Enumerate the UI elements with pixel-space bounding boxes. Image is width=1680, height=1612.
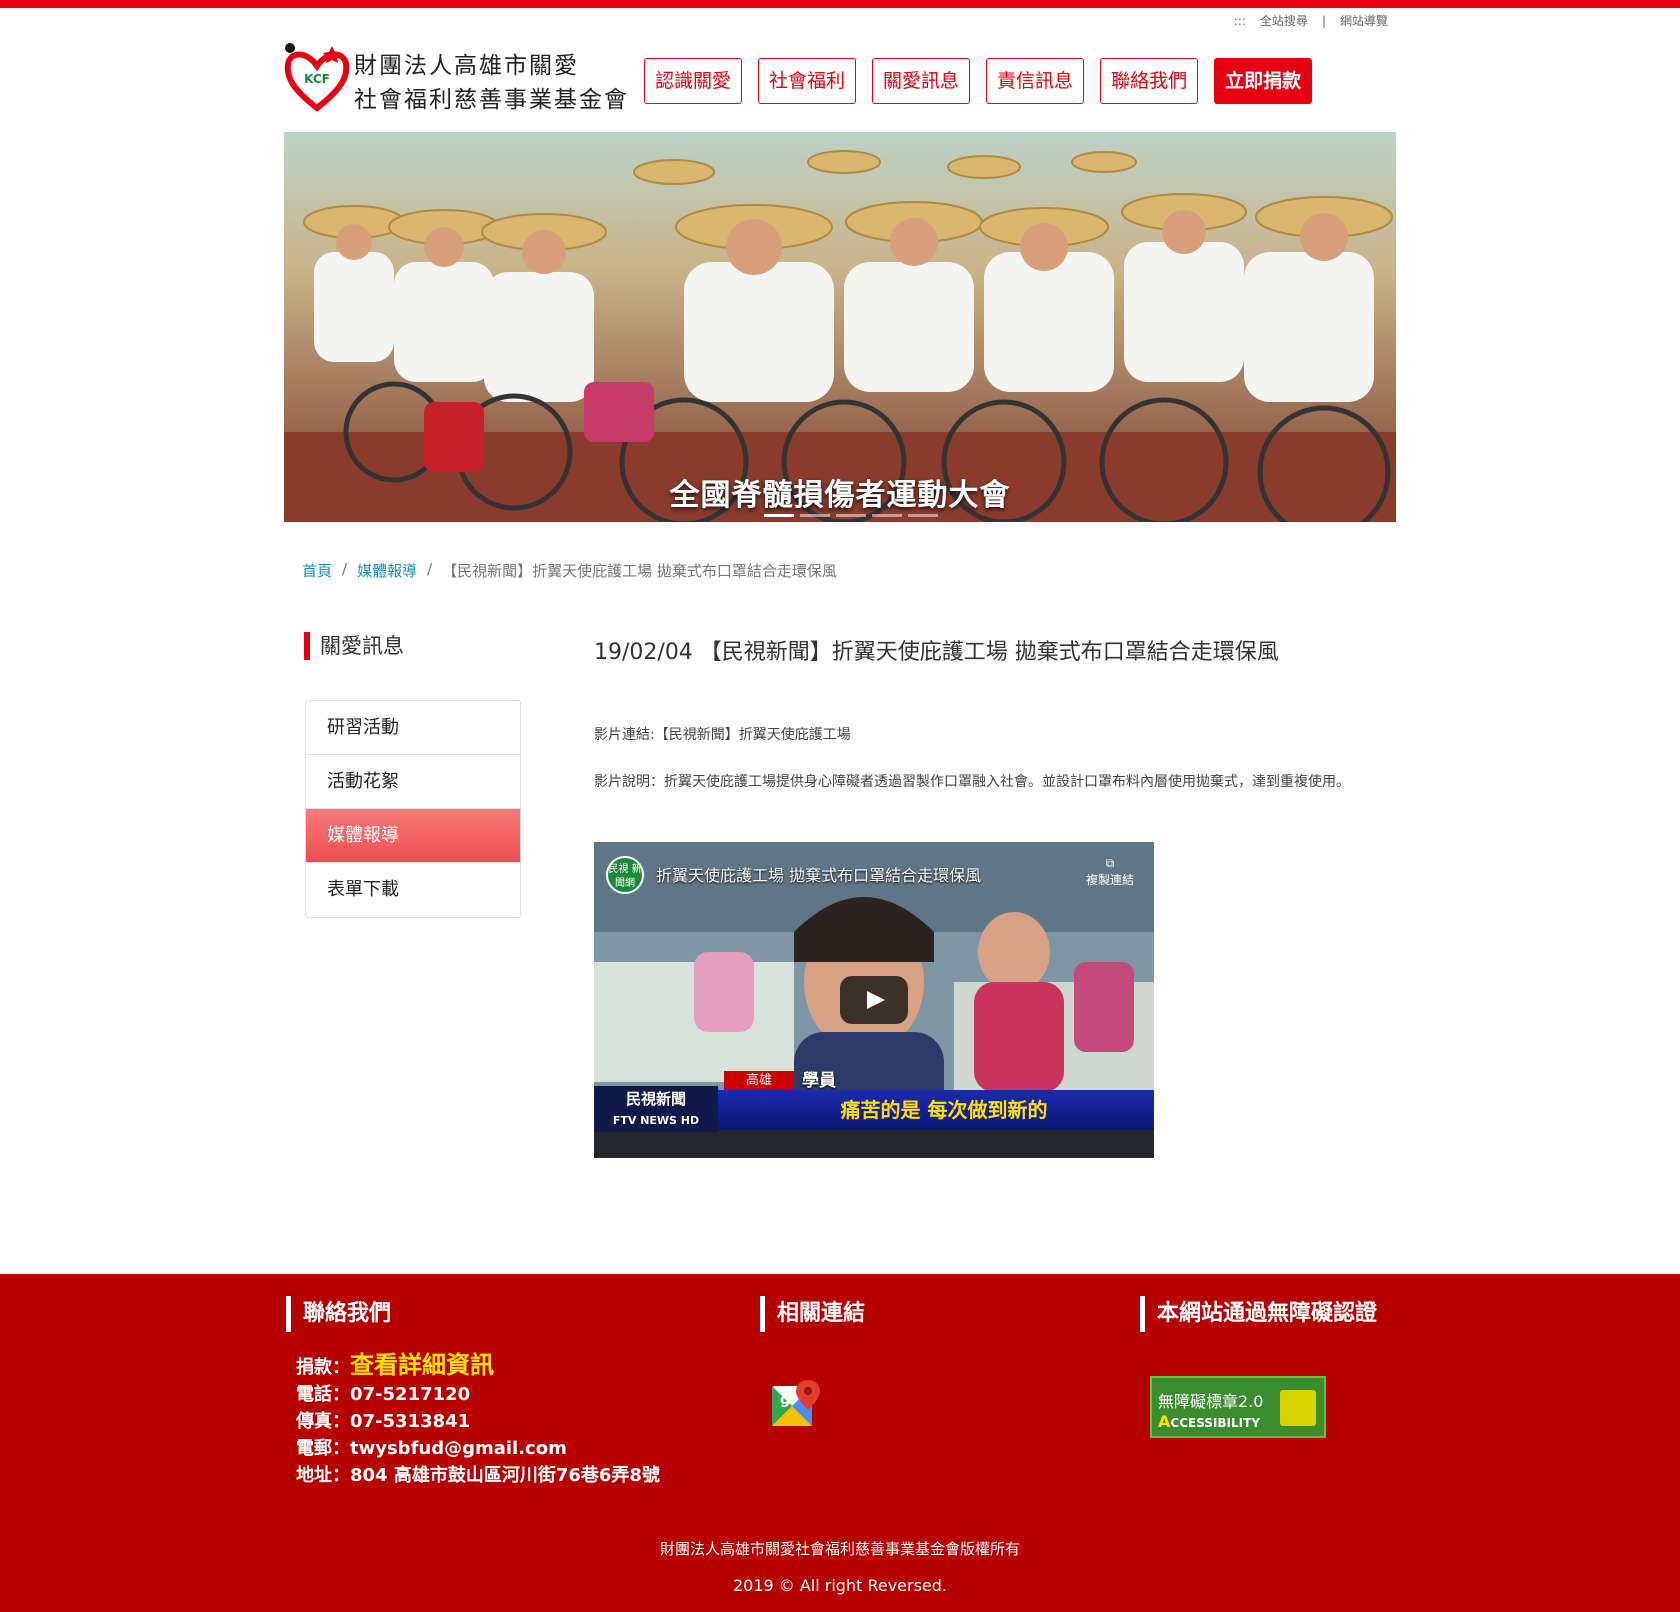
sidebar-item-media[interactable]: 媒體報導 [306,809,520,863]
copy-icon: ⧉ [1105,856,1115,870]
footer-contact-title: 聯絡我們 [286,1296,391,1332]
svg-text:g: g [780,1392,790,1408]
site-header: KCF 財團法人高雄市關愛 社會福利慈善事業基金會 認識關愛 社會福利 關愛訊息… [284,40,1396,120]
google-maps-icon[interactable]: g [770,1378,820,1428]
nav-news[interactable]: 關愛訊息 [872,58,971,104]
utility-links: ::: 全站搜尋 | 網站導覽 [1234,12,1388,29]
contact-phone: 電話：07-5217120 [296,1384,471,1405]
video-title[interactable]: 折翼天使庇護工場 拋棄式布口罩結合走環保風 [656,862,981,886]
sidebar-title: 關愛訊息 [304,632,404,660]
site-logo[interactable]: KCF 財團法人高雄市關愛 社會福利慈善事業基金會 [284,40,634,116]
banner-dot-2[interactable] [800,514,830,517]
org-name-line2: 社會福利慈善事業基金會 [354,87,629,113]
video-player[interactable]: 民視 新聞網 折翼天使庇護工場 拋棄式布口罩結合走環保風 ⧉ 複製連結 高雄 學… [594,842,1154,1158]
banner-pager [764,514,938,517]
play-icon[interactable] [840,976,908,1024]
site-footer: 聯絡我們 相關連結 本網站通過無障礙認證 捐款：查看詳細資訊 電話：07-521… [0,1274,1680,1612]
article-video-link[interactable]: 影片連結:【民視新聞】折翼天使庇護工場 [594,724,851,744]
speaker-tag: 學員 [802,1071,836,1091]
main-nav: 認識關愛 社會福利 關愛訊息 責信訊息 聯絡我們 立即捐款 [644,58,1313,104]
sidebar-item-forms[interactable]: 表單下載 [306,863,520,917]
sitemap-link[interactable]: 網站導覽 [1340,12,1388,29]
copy-link-label: 複製連結 [1085,873,1134,887]
nav-contact[interactable]: 聯絡我們 [1100,58,1199,104]
breadcrumb-section[interactable]: 媒體報導 [357,560,417,581]
channel-avatar[interactable]: 民視 新聞網 [606,856,644,894]
breadcrumb-separator: / [427,560,433,578]
footer-links-title: 相關連結 [760,1296,865,1332]
donate-detail-link[interactable]: 查看詳細資訊 [350,1351,494,1379]
news-lower-third: 民視新聞 FTV NEWS HD 痛苦的是 每次做到新的 [594,1086,1154,1132]
breadcrumb-separator: / [342,560,348,578]
location-tag: 高雄 [724,1071,794,1091]
contact-fax: 傳真：07-5313841 [296,1411,471,1432]
donate-button[interactable]: 立即捐款 [1214,58,1313,104]
breadcrumb-home[interactable]: 首頁 [302,560,332,581]
ftv-news-logo: 民視新聞 FTV NEWS HD [594,1086,718,1132]
top-accent-bar [0,0,1680,8]
sidebar-item-highlights[interactable]: 活動花絮 [306,755,520,809]
a11y-grid-icon [1280,1390,1316,1426]
contact-address: 地址：804 高雄市鼓山區河川街76巷6弄8號 [296,1465,660,1486]
sidebar-menu: 研習活動 活動花絮 媒體報導 表單下載 [305,700,521,918]
article-description: 影片說明：折翼天使庇護工場提供身心障礙者透過習製作口罩融入社會。並設計口罩布料內… [594,774,1350,790]
contact-email[interactable]: 電郵：twysbfud@gmail.com [296,1435,660,1462]
sidebar-item-workshops[interactable]: 研習活動 [306,701,520,755]
banner-dot-1[interactable] [764,514,794,517]
hero-banner[interactable]: 全國脊髓損傷者運動大會 [284,132,1396,522]
org-name-line1: 財團法人高雄市關愛 [354,53,579,79]
copyright-line1: 財團法人高雄市關愛社會福利慈善事業基金會版權所有 [659,1540,1020,1558]
accessibility-badge-icon[interactable]: 無障礙標章2.0 ACCESSIBILITY [1150,1376,1326,1438]
nav-welfare[interactable]: 社會福利 [758,58,857,104]
accesskey-marker[interactable]: ::: [1234,14,1246,28]
breadcrumb: 首頁 / 媒體報導 / 【民視新聞】折翼天使庇護工場 拋棄式布口罩結合走環保風 [302,560,837,581]
footer-a11y-title: 本網站通過無障礙認證 [1140,1296,1377,1332]
nav-accountability[interactable]: 責信訊息 [986,58,1085,104]
a11y-badge-text: 無障礙標章2.0 [1158,1392,1264,1411]
logo-text: KCF [304,72,330,86]
kcf-heart-logo-icon: KCF [284,43,350,112]
banner-caption: 全國脊髓損傷者運動大會 [669,478,1011,513]
nav-about[interactable]: 認識關愛 [644,58,743,104]
donate-label: 捐款： [296,1357,350,1378]
copy-link-button[interactable]: ⧉ 複製連結 [1086,856,1134,888]
video-subtitle: 痛苦的是 每次做到新的 [840,1098,1048,1122]
site-search-link[interactable]: 全站搜尋 [1260,12,1308,29]
a11y-badge-subtext: ACCESSIBILITY [1158,1412,1261,1431]
copyright-line2: 2019 © All right Reversed. [732,1576,948,1595]
banner-dot-5[interactable] [908,514,938,517]
utility-separator: | [1321,13,1326,28]
banner-dot-3[interactable] [836,514,866,517]
breadcrumb-current: 【民視新聞】折翼天使庇護工場 拋棄式布口罩結合走環保風 [442,562,837,580]
banner-dot-4[interactable] [872,514,902,517]
banner-photo [284,132,1396,522]
contact-info: 捐款：查看詳細資訊 電話：07-5217120 傳真：07-5313841 電郵… [296,1352,660,1489]
article-title: 19/02/04 【民視新聞】折翼天使庇護工場 拋棄式布口罩結合走環保風 [594,640,1279,665]
